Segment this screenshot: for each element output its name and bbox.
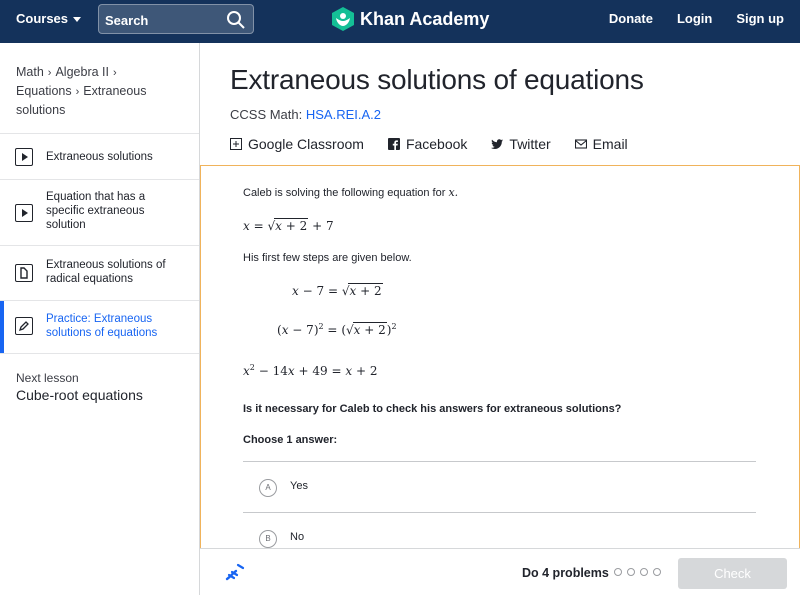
search-input[interactable] — [105, 11, 225, 29]
choose-label: Choose 1 answer: — [243, 434, 338, 446]
scratchpad-icon[interactable] — [224, 561, 246, 583]
facebook-icon — [387, 138, 400, 150]
choice-b[interactable]: B No — [243, 513, 756, 548]
twitter-icon — [491, 139, 504, 149]
sidebar-item-label: Extraneous solutions of radical equation… — [46, 259, 166, 285]
next-lesson-label: Next lesson — [16, 371, 79, 385]
breadcrumb-algebra2[interactable]: Algebra II — [55, 65, 109, 79]
sidebar-item-video-2[interactable]: Equation that has a specific extraneous … — [0, 180, 199, 246]
ccss-code-link[interactable]: HSA.REI.A.2 — [306, 107, 381, 122]
play-icon — [15, 148, 33, 166]
facebook-button[interactable]: Facebook — [387, 136, 468, 152]
email-button[interactable]: Email — [574, 136, 628, 152]
article-icon — [15, 264, 33, 282]
chevron-right-icon: › — [112, 67, 117, 79]
sidebar-item-label: Extraneous solutions — [46, 151, 153, 163]
choice-a-radio[interactable]: A — [259, 479, 277, 497]
progress-dot — [627, 568, 635, 576]
search-icon[interactable] — [226, 10, 246, 30]
pencil-icon — [15, 317, 33, 335]
active-indicator — [0, 301, 4, 353]
question-text: Is it necessary for Caleb to check his a… — [243, 403, 622, 415]
khan-leaf-icon — [332, 7, 354, 31]
answer-choices: A Yes B No — [243, 461, 756, 548]
do-problems-label: Do 4 problems — [522, 566, 609, 580]
email-label: Email — [592, 136, 628, 152]
equation-step-2: (x − 7)2 = (√x + 2)2 — [277, 322, 397, 337]
equation-step-1: x − 7 = √x + 2 — [292, 283, 383, 298]
lesson-sidebar: Math › Algebra II › Equations › Extraneous so… — [0, 43, 200, 595]
play-icon — [15, 204, 33, 222]
next-lesson-link[interactable]: Cube-root equations — [16, 387, 143, 403]
courses-label: Courses — [16, 11, 69, 26]
search-box[interactable] — [98, 4, 254, 34]
equation-main: x = √x + 2 + 7 — [243, 218, 334, 233]
logo-text: Khan Academy — [360, 8, 490, 29]
sidebar-item-article[interactable]: Extraneous solutions of radical equation… — [0, 246, 199, 301]
sidebar-item-label: Equation that has a specific extraneous … — [46, 191, 146, 231]
breadcrumb-math[interactable]: Math — [16, 65, 44, 79]
chevron-right-icon: › — [75, 86, 80, 98]
progress-dot — [653, 568, 661, 576]
breadcrumb: Math › Algebra II › Equations › Extraneous so… — [16, 63, 188, 119]
progress-dot — [640, 568, 648, 576]
lesson-item-list: Extraneous solutions Equation that has a… — [0, 133, 199, 354]
chevron-right-icon: › — [47, 67, 52, 79]
problem-intro: Caleb is solving the following equation … — [243, 186, 458, 199]
twitter-button[interactable]: Twitter — [491, 136, 551, 152]
progress-dots — [614, 568, 661, 576]
exercise-panel: Caleb is solving the following equation … — [200, 165, 800, 548]
choice-b-radio[interactable]: B — [259, 530, 277, 548]
sidebar-item-practice[interactable]: Practice: Extraneous solutions of equati… — [0, 301, 199, 354]
login-link[interactable]: Login — [677, 11, 712, 26]
top-navbar: Courses Khan Academy Donate Login Sign u… — [0, 0, 800, 43]
progress-dot — [614, 568, 622, 576]
choice-b-label: No — [290, 531, 305, 543]
donate-link[interactable]: Donate — [609, 11, 653, 26]
sidebar-item-label: Practice: Extraneous solutions of equati… — [46, 313, 158, 339]
courses-menu[interactable]: Courses — [16, 11, 82, 26]
email-icon — [574, 139, 587, 149]
steps-intro: His first few steps are given below. — [243, 252, 412, 264]
google-classroom-icon — [230, 138, 242, 150]
exercise-footer: Do 4 problems Check — [200, 548, 800, 595]
problem-intro-text: Caleb is solving the following equation … — [243, 187, 446, 199]
google-classroom-label: Google Classroom — [248, 136, 364, 152]
signup-link[interactable]: Sign up — [736, 11, 784, 26]
ccss-standard: CCSS Math: HSA.REI.A.2 — [230, 107, 381, 122]
check-button[interactable]: Check — [678, 558, 787, 589]
problem-intro-variable: x. — [448, 186, 459, 199]
share-bar: Google Classroom Facebook Twitter Email — [230, 136, 628, 152]
sidebar-item-video-1[interactable]: Extraneous solutions — [0, 134, 199, 180]
ccss-label: CCSS Math: — [230, 107, 303, 122]
breadcrumb-equations[interactable]: Equations — [16, 84, 72, 98]
page-title: Extraneous solutions of equations — [230, 64, 644, 95]
khan-academy-logo[interactable]: Khan Academy — [332, 7, 489, 31]
caret-down-icon — [73, 16, 82, 22]
twitter-label: Twitter — [509, 136, 551, 152]
choice-a[interactable]: A Yes — [243, 462, 756, 513]
equation-step-3: x2 − 14x + 49 = x + 2 — [243, 363, 378, 378]
facebook-label: Facebook — [405, 136, 468, 152]
choice-a-label: Yes — [290, 480, 308, 492]
google-classroom-button[interactable]: Google Classroom — [230, 136, 364, 152]
top-links: Donate Login Sign up — [609, 11, 784, 26]
